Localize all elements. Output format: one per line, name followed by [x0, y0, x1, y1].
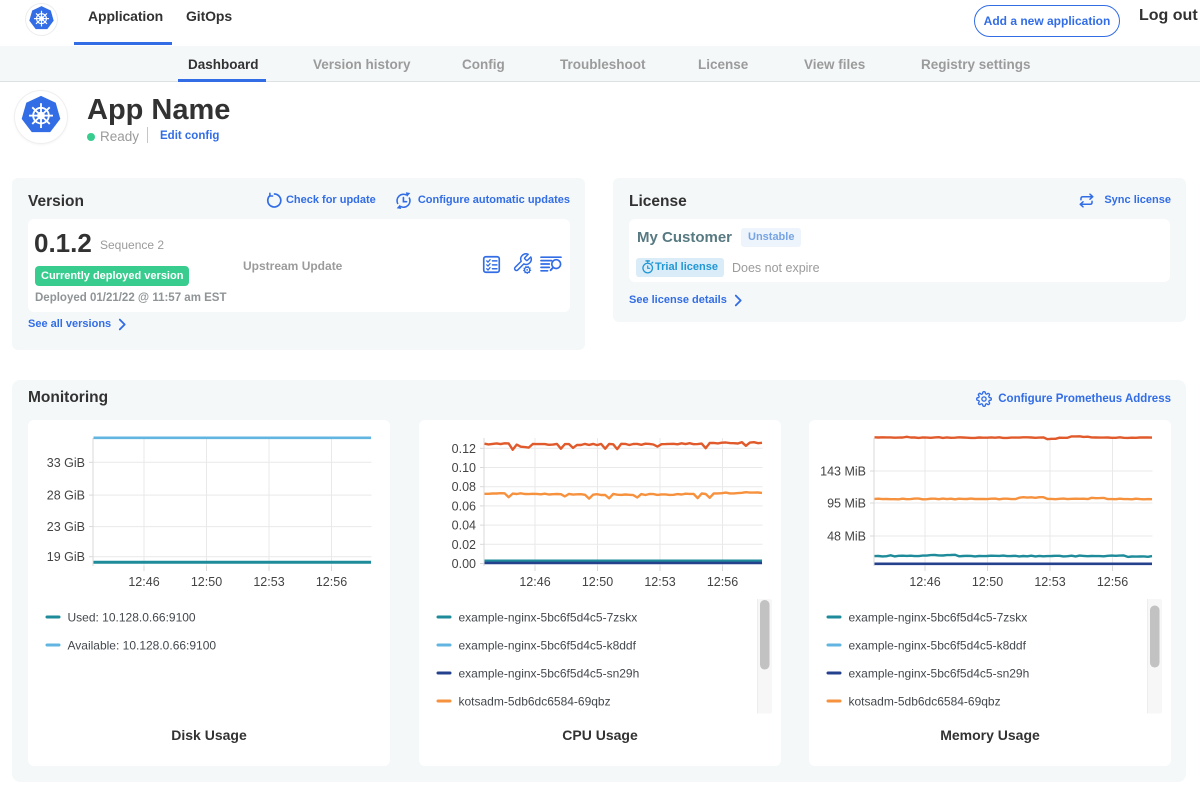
svg-text:28 GiB: 28 GiB — [47, 489, 85, 503]
svg-text:0.00: 0.00 — [452, 557, 476, 571]
svg-text:19 GiB: 19 GiB — [47, 550, 85, 564]
svg-text:33 GiB: 33 GiB — [47, 456, 85, 470]
svg-text:12:56: 12:56 — [707, 575, 738, 589]
svg-text:12:53: 12:53 — [253, 575, 284, 589]
svg-text:23 GiB: 23 GiB — [47, 520, 85, 534]
svg-text:12:56: 12:56 — [1097, 575, 1128, 589]
svg-text:12:46: 12:46 — [909, 575, 940, 589]
svg-text:12:46: 12:46 — [519, 575, 550, 589]
svg-text:example-nginx-5bc6f5d4c5-7zskx: example-nginx-5bc6f5d4c5-7zskx — [459, 611, 638, 625]
svg-text:95 MiB: 95 MiB — [827, 497, 866, 511]
svg-text:kotsadm-5db6dc6584-69qbz: kotsadm-5db6dc6584-69qbz — [459, 695, 611, 709]
svg-text:12:53: 12:53 — [644, 575, 675, 589]
svg-text:12:53: 12:53 — [1034, 575, 1065, 589]
svg-text:12:46: 12:46 — [128, 575, 159, 589]
svg-text:12:56: 12:56 — [316, 575, 347, 589]
svg-text:Available: 10.128.0.66:9100: Available: 10.128.0.66:9100 — [68, 639, 217, 653]
svg-text:Memory Usage: Memory Usage — [940, 727, 1040, 743]
svg-text:example-nginx-5bc6f5d4c5-sn29h: example-nginx-5bc6f5d4c5-sn29h — [459, 667, 640, 681]
svg-text:12:50: 12:50 — [972, 575, 1003, 589]
svg-text:12:50: 12:50 — [191, 575, 222, 589]
svg-text:143 MiB: 143 MiB — [820, 465, 866, 479]
svg-text:12:50: 12:50 — [582, 575, 613, 589]
svg-text:0.02: 0.02 — [452, 538, 476, 552]
svg-text:kotsadm-5db6dc6584-69qbz: kotsadm-5db6dc6584-69qbz — [849, 695, 1001, 709]
svg-text:48 MiB: 48 MiB — [827, 530, 866, 544]
svg-text:0.08: 0.08 — [452, 480, 476, 494]
svg-text:CPU Usage: CPU Usage — [562, 727, 638, 743]
svg-text:example-nginx-5bc6f5d4c5-k8ddf: example-nginx-5bc6f5d4c5-k8ddf — [849, 639, 1027, 653]
svg-text:0.12: 0.12 — [452, 442, 476, 456]
svg-text:example-nginx-5bc6f5d4c5-k8ddf: example-nginx-5bc6f5d4c5-k8ddf — [459, 639, 637, 653]
svg-text:Disk Usage: Disk Usage — [171, 727, 247, 743]
svg-text:example-nginx-5bc6f5d4c5-7zskx: example-nginx-5bc6f5d4c5-7zskx — [849, 611, 1028, 625]
svg-text:0.04: 0.04 — [452, 519, 476, 533]
svg-text:0.06: 0.06 — [452, 499, 476, 513]
svg-text:example-nginx-5bc6f5d4c5-sn29h: example-nginx-5bc6f5d4c5-sn29h — [849, 667, 1030, 681]
svg-text:0.10: 0.10 — [452, 461, 476, 475]
svg-text:Used: 10.128.0.66:9100: Used: 10.128.0.66:9100 — [68, 611, 196, 625]
